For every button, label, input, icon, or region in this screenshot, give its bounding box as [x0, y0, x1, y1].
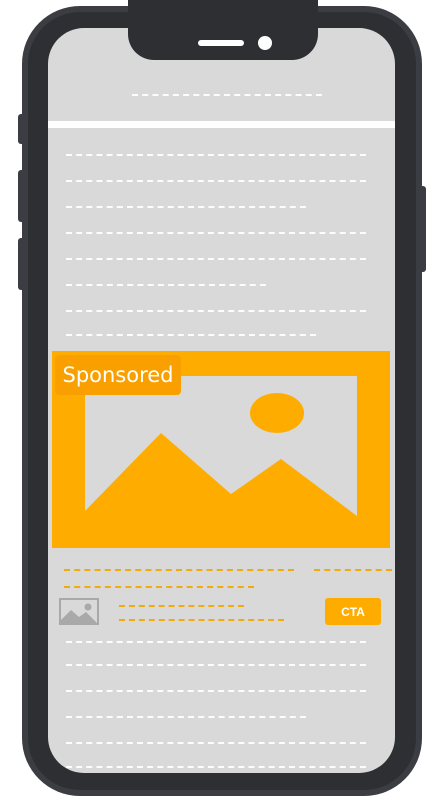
speaker-icon [198, 40, 244, 46]
header-title-placeholder [132, 94, 322, 96]
text-line-placeholder [66, 742, 366, 744]
header-divider [48, 121, 395, 128]
text-line-placeholder [66, 232, 366, 234]
image-thumbnail-icon [59, 598, 99, 625]
ad-headline-placeholder [64, 569, 294, 571]
advertiser-name-placeholder [119, 605, 244, 607]
text-line-placeholder [66, 690, 366, 692]
text-line-placeholder [66, 716, 306, 718]
mute-switch [18, 114, 26, 144]
camera-icon [258, 36, 272, 50]
power-button [418, 186, 426, 272]
text-line-placeholder [66, 284, 266, 286]
text-line-placeholder [66, 180, 366, 182]
text-line-placeholder [66, 664, 366, 666]
advertiser-desc-placeholder [119, 619, 284, 621]
text-line-placeholder [66, 258, 366, 260]
notch [128, 0, 318, 60]
ad-headline-placeholder [314, 569, 392, 571]
volume-up-button [18, 170, 26, 222]
thumbnail-landscape-graphic [61, 603, 97, 623]
cta-button[interactable]: CTA [325, 598, 381, 625]
sun-shape [250, 393, 304, 433]
ad-headline-placeholder [64, 586, 254, 588]
text-line-placeholder [66, 154, 366, 156]
text-line-placeholder [66, 206, 306, 208]
sponsored-label: Sponsored [55, 355, 181, 395]
text-line-placeholder [66, 334, 316, 336]
mountain-shape [85, 433, 357, 516]
landscape-graphic [85, 393, 357, 516]
text-line-placeholder [66, 766, 366, 768]
image-placeholder-icon [85, 376, 357, 516]
volume-down-button [18, 238, 26, 290]
text-line-placeholder [66, 310, 366, 312]
text-line-placeholder [66, 641, 366, 643]
